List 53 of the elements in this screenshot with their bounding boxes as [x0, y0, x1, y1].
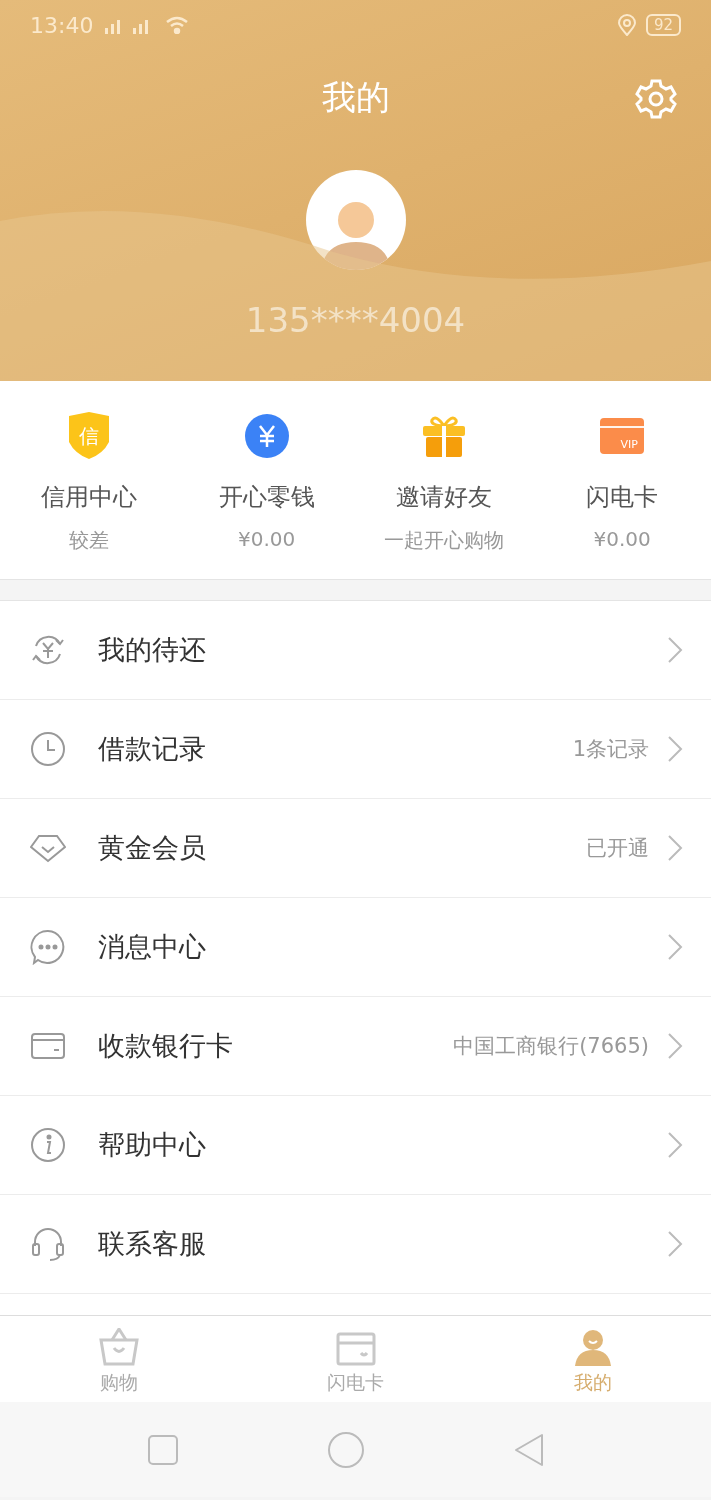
menu-value: 中国工商银行(7665) — [453, 1033, 649, 1060]
page-title: 我的 — [321, 76, 390, 119]
shortcut-label[interactable]: 开心零钱 — [218, 481, 315, 513]
menu-label: 帮助中心 — [98, 1128, 207, 1162]
menu-row[interactable]: 消息中心 — [0, 898, 711, 997]
menu-label: 收款银行卡 — [98, 1029, 234, 1063]
menu-row[interactable]: 收款银行卡 中国工商银行(7665) — [0, 997, 711, 1096]
wifi-icon — [165, 16, 190, 34]
vip-card-icon: VIP — [600, 418, 645, 454]
menu-row[interactable]: 我的待还 — [0, 601, 711, 700]
gift-icon — [422, 414, 467, 458]
shortcut-label[interactable]: 邀请好友 — [396, 481, 493, 513]
clock-icon — [30, 731, 66, 767]
shortcut-label[interactable]: 信用中心 — [40, 481, 137, 513]
shortcut-value: ¥0.00 — [593, 527, 651, 551]
chevron-right-icon — [667, 1131, 683, 1159]
headset-icon — [30, 1226, 66, 1262]
shortcut-value: ¥0.00 — [238, 527, 296, 551]
yuan-coin-icon — [244, 414, 289, 458]
person-icon — [573, 1328, 612, 1366]
menu-label: 我的待还 — [98, 633, 207, 667]
battery-level: 92 — [645, 14, 681, 36]
menu-row[interactable]: 帮助中心 — [0, 1096, 711, 1195]
shortcut-label[interactable]: 闪电卡 — [586, 481, 659, 513]
shield-icon: 信 — [66, 412, 111, 460]
basket-icon — [98, 1328, 139, 1366]
back-icon[interactable] — [513, 1432, 544, 1467]
menu-label: 借款记录 — [98, 732, 207, 766]
menu-label: 消息中心 — [98, 930, 207, 964]
status-time: 13:40 — [30, 12, 94, 38]
chevron-right-icon — [667, 834, 683, 862]
chevron-right-icon — [667, 933, 683, 961]
menu-row[interactable]: 借款记录 1条记录 — [0, 700, 711, 799]
chevron-right-icon — [667, 735, 683, 763]
menu-value: 1条记录 — [572, 736, 649, 763]
recent-apps-icon[interactable] — [147, 1434, 178, 1465]
shortcut-value: 一起开心购物 — [384, 527, 505, 554]
menu-label: 黄金会员 — [98, 831, 207, 865]
phone-number: 135****4004 — [245, 300, 466, 340]
shortcut-value: 较差 — [68, 527, 109, 554]
menu-label: 联系客服 — [98, 1227, 207, 1261]
menu-value: 已开通 — [586, 835, 649, 862]
chevron-right-icon — [667, 1032, 683, 1060]
chat-bubble-icon — [30, 929, 66, 965]
menu-row[interactable]: 联系客服 — [0, 1195, 711, 1294]
home-icon[interactable] — [327, 1431, 364, 1468]
settings-icon[interactable] — [635, 78, 677, 120]
info-icon — [30, 1127, 66, 1163]
card-icon — [335, 1332, 376, 1366]
location-icon — [617, 14, 636, 36]
chevron-right-icon — [667, 1230, 683, 1258]
menu-row[interactable]: 黄金会员 已开通 — [0, 799, 711, 898]
chevron-right-icon — [667, 636, 683, 664]
